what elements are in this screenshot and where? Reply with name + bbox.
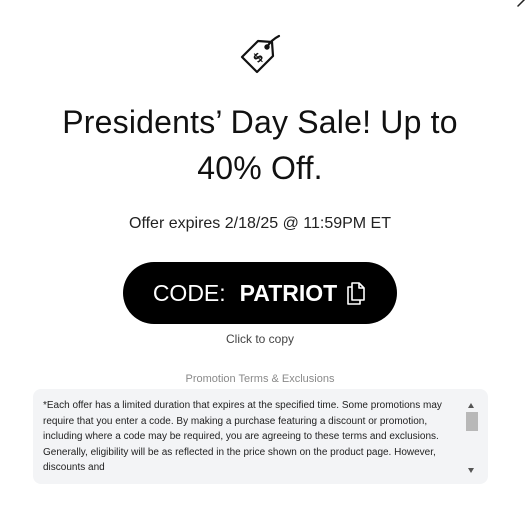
offer-expiration: Offer expires 2/18/25 @ 11:59PM ET: [129, 215, 391, 232]
copy-code-button[interactable]: CODE: PATRIOT: [123, 262, 397, 324]
promo-headline: Presidents’ Day Sale! Up to 40% Off.: [62, 104, 458, 186]
promo-code-value: PATRIOT: [239, 279, 338, 306]
scroll-track[interactable]: [465, 412, 479, 464]
terms-textarea[interactable]: *Each offer has a limited duration that …: [33, 389, 488, 484]
terms-title: Promotion Terms & Exclusions: [185, 373, 335, 385]
scroll-up-arrow-icon[interactable]: [468, 403, 474, 408]
scroll-down-arrow-icon[interactable]: [468, 468, 474, 473]
promo-modal: $ Presidents’ Day Sale! Up to 40% Off. O…: [0, 0, 528, 523]
terms-text: *Each offer has a limited duration that …: [43, 400, 442, 473]
scroll-thumb[interactable]: [466, 412, 478, 431]
click-to-copy-hint: Click to copy: [225, 332, 295, 346]
close-icon[interactable]: [516, 0, 526, 8]
copy-icon: [347, 282, 365, 305]
price-tag-dollar-icon: $: [240, 34, 281, 74]
terms-scrollbar[interactable]: [465, 401, 479, 473]
code-prefix: CODE:: [152, 279, 226, 306]
